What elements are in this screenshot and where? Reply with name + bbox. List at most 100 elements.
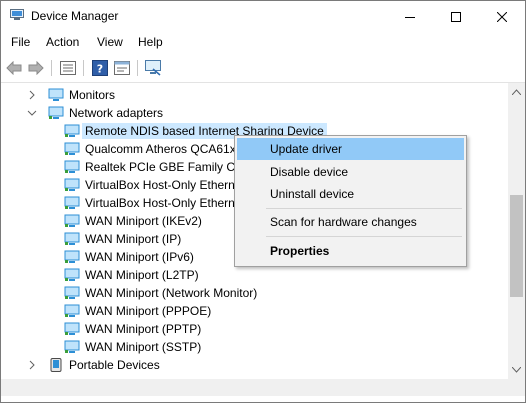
toolbar: ? (1, 54, 525, 83)
menu-separator (266, 208, 462, 209)
close-button[interactable] (479, 1, 525, 32)
scan-hardware-menu-item[interactable]: Scan for hardware changes (237, 211, 464, 233)
menu-separator (266, 236, 462, 237)
horizontal-scrollbar[interactable] (1, 379, 508, 396)
network-adapter-icon (64, 232, 80, 245)
tree-label: Network adapters (69, 106, 164, 120)
scrollbar-thumb[interactable] (510, 195, 523, 297)
uninstall-device-menu-item[interactable]: Uninstall device (237, 183, 464, 205)
network-adapter-icon (64, 268, 80, 281)
tree-item-device[interactable]: VirtualBox Host-Only Ethern (64, 194, 235, 212)
minimize-icon (405, 16, 415, 18)
tree-item-device[interactable]: WAN Miniport (SSTP) (64, 338, 201, 356)
monitor-icon (48, 88, 64, 101)
chevron-right-icon[interactable] (27, 360, 37, 370)
menu-item-label: Properties (270, 244, 330, 258)
tree-label: WAN Miniport (IPv6) (85, 250, 194, 264)
title-bar[interactable]: Device Manager (1, 1, 525, 32)
tree-item-device[interactable]: WAN Miniport (L2TP) (64, 266, 199, 284)
menu-item-label: Uninstall device (270, 187, 355, 201)
network-adapter-icon (64, 214, 80, 227)
network-adapter-icon (64, 196, 80, 209)
scroll-up-icon[interactable] (512, 89, 521, 95)
close-icon (497, 11, 507, 22)
tree-label: WAN Miniport (L2TP) (85, 268, 199, 282)
menu-item-label: Update driver (270, 142, 343, 156)
tree-item-device[interactable]: Realtek PCIe GBE Family Cor (64, 158, 246, 176)
tree-item-network-adapters[interactable]: Network adapters (27, 104, 164, 122)
menu-item-label: Scan for hardware changes (270, 215, 417, 229)
tree-label: WAN Miniport (IP) (85, 232, 182, 246)
device-manager-icon (10, 9, 24, 20)
minimize-button[interactable] (387, 1, 433, 32)
properties-menu-item[interactable]: Properties (237, 240, 464, 262)
network-adapter-icon (64, 322, 80, 335)
vertical-scrollbar[interactable] (508, 83, 525, 379)
toolbar-separator (137, 60, 138, 76)
tree-label: Portable Devices (69, 358, 160, 372)
scan-hardware-icon (145, 60, 161, 76)
back-icon (6, 61, 22, 75)
network-adapter-icon (64, 304, 80, 317)
tree-label: Realtek PCIe GBE Family Cor (85, 160, 246, 174)
network-adapter-icon (64, 124, 80, 137)
tree-item-device[interactable]: WAN Miniport (IP) (64, 230, 181, 248)
chevron-right-icon[interactable] (27, 90, 37, 100)
properties-icon (60, 61, 76, 75)
svg-text:?: ? (97, 63, 103, 76)
tree-item-device[interactable]: WAN Miniport (IKEv2) (64, 212, 202, 230)
tree-label: WAN Miniport (IKEv2) (85, 214, 202, 228)
network-adapter-icon (64, 160, 80, 173)
back-button[interactable] (4, 58, 24, 78)
tree-item-device[interactable]: WAN Miniport (Network Monitor) (64, 284, 257, 302)
tree-label: Qualcomm Atheros QCA61x (85, 142, 236, 156)
scrollbar-corner (508, 379, 525, 396)
menu-file[interactable]: File (11, 35, 30, 49)
window-title: Device Manager (31, 9, 119, 23)
update-driver-menu-item[interactable]: Update driver (237, 138, 464, 160)
tree-item-device[interactable]: WAN Miniport (IPv6) (64, 248, 194, 266)
help-icon: ? (92, 60, 108, 76)
toolbar-separator (83, 60, 84, 76)
menu-bar: File Action View Help (1, 32, 525, 54)
menu-view[interactable]: View (97, 35, 123, 49)
tree-item-device[interactable]: VirtualBox Host-Only Ethern (64, 176, 235, 194)
tree-label: WAN Miniport (SSTP) (85, 340, 202, 354)
properties-button[interactable] (58, 58, 78, 78)
tree-item-portable-devices[interactable]: Portable Devices (29, 356, 160, 374)
network-adapter-icon (64, 340, 80, 353)
tree-label: WAN Miniport (PPPOE) (85, 304, 212, 318)
disable-device-menu-item[interactable]: Disable device (237, 161, 464, 183)
maximize-icon (451, 11, 461, 22)
help-button[interactable]: ? (90, 58, 110, 78)
tree-label: WAN Miniport (PPTP) (85, 322, 202, 336)
tree-item-device[interactable]: WAN Miniport (PPTP) (64, 320, 201, 338)
tree-label: Monitors (69, 88, 116, 102)
network-adapter-icon (64, 286, 80, 299)
scroll-down-icon[interactable] (512, 367, 521, 373)
network-adapter-icon (64, 250, 80, 263)
tree-item-monitors[interactable]: Monitors (29, 86, 115, 104)
tree-label: VirtualBox Host-Only Ethern (85, 178, 235, 192)
toolbar-separator (51, 60, 52, 76)
portable-device-icon (50, 358, 62, 372)
forward-icon (28, 61, 44, 75)
show-hidden-icon (114, 61, 130, 75)
maximize-button[interactable] (433, 1, 479, 32)
menu-help[interactable]: Help (138, 35, 163, 49)
context-menu: Update driver Disable device Uninstall d… (234, 135, 467, 267)
forward-button[interactable] (26, 58, 46, 78)
chevron-down-icon[interactable] (27, 108, 37, 118)
network-adapter-icon (48, 106, 64, 119)
device-manager-window: Device Manager File Action View Help ? M… (0, 0, 526, 403)
menu-item-label: Disable device (270, 165, 349, 179)
tree-label: WAN Miniport (Network Monitor) (85, 286, 258, 300)
menu-action[interactable]: Action (46, 35, 79, 49)
network-adapter-icon (64, 178, 80, 191)
tree-label: VirtualBox Host-Only Ethern (85, 196, 235, 210)
show-hidden-button[interactable] (112, 58, 132, 78)
scan-hardware-button[interactable] (144, 58, 164, 78)
tree-item-device[interactable]: WAN Miniport (PPPOE) (64, 302, 211, 320)
tree-item-device[interactable]: Qualcomm Atheros QCA61x (64, 140, 236, 158)
network-adapter-icon (64, 142, 80, 155)
